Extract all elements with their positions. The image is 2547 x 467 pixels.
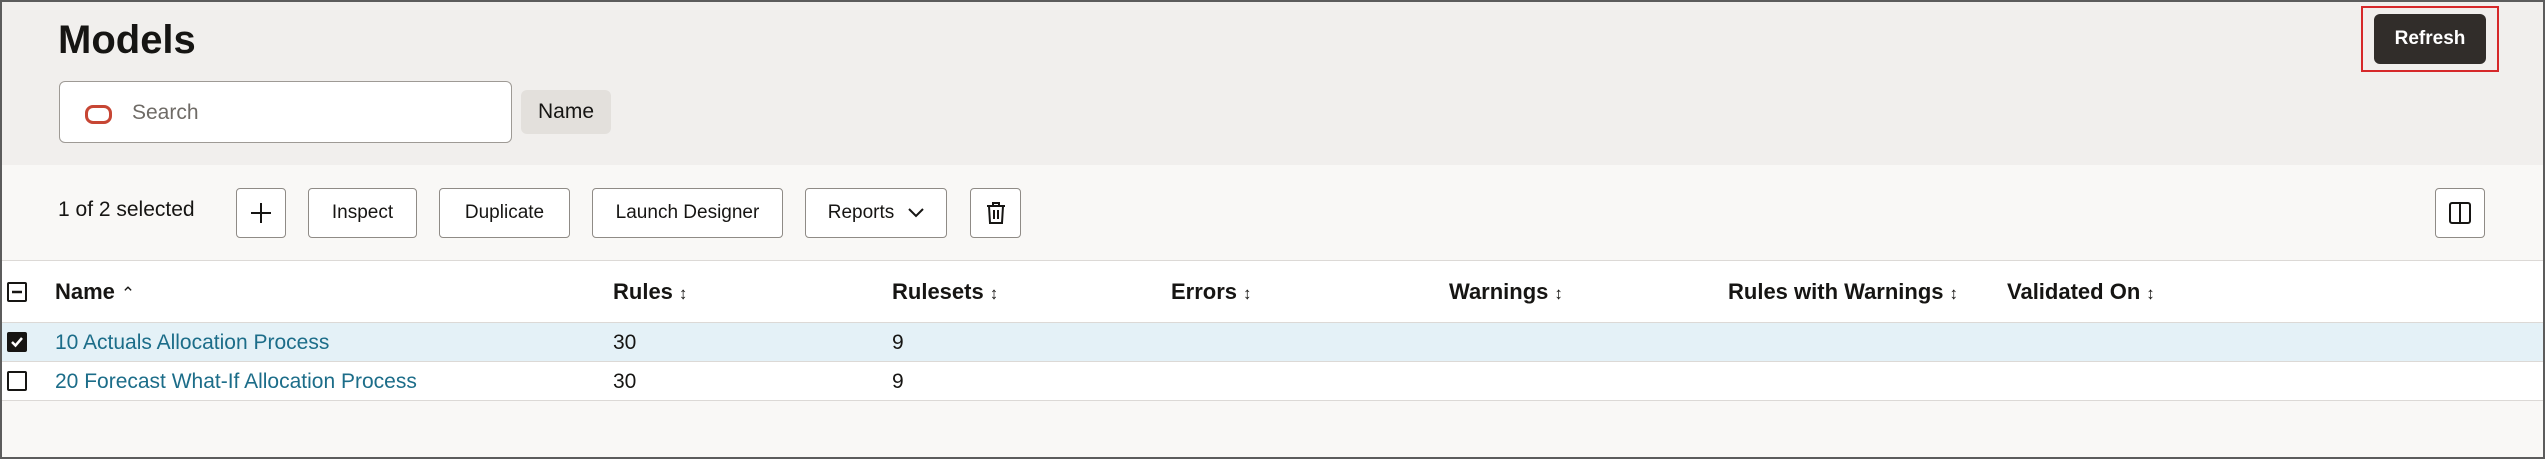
column-header-name[interactable]: Name ⌃ (55, 279, 135, 305)
refresh-button[interactable]: Refresh (2374, 14, 2486, 64)
table-row[interactable]: 20 Forecast What-If Allocation Process 3… (2, 362, 2543, 401)
search-filter-name-chip[interactable]: Name (521, 90, 611, 134)
search-box[interactable] (59, 81, 512, 143)
minus-icon (12, 290, 22, 294)
sort-icon: ↕ (2146, 284, 2155, 303)
table-row[interactable]: 10 Actuals Allocation Process 30 9 (2, 323, 2543, 362)
search-icon (85, 105, 112, 124)
column-header-validated-on[interactable]: Validated On ↕ (2007, 279, 2155, 305)
model-name-link[interactable]: 20 Forecast What-If Allocation Process (55, 370, 417, 394)
add-button[interactable] (236, 188, 286, 238)
column-header-label: Errors (1171, 279, 1238, 304)
column-header-label: Warnings (1449, 279, 1549, 304)
plus-icon (251, 203, 271, 223)
toolbar: 1 of 2 selected Inspect Duplicate Launch… (2, 165, 2543, 260)
sort-icon: ↕ (989, 284, 999, 303)
chevron-down-icon (908, 208, 924, 218)
model-name-link[interactable]: 10 Actuals Allocation Process (55, 331, 329, 355)
page-header: Models Name Refresh (2, 2, 2543, 165)
rulesets-cell: 9 (892, 331, 904, 354)
column-header-errors[interactable]: Errors ↕ (1171, 279, 1252, 305)
sort-icon: ↕ (1949, 284, 1959, 303)
sort-icon: ↕ (1554, 284, 1563, 303)
reports-label: Reports (827, 202, 895, 223)
column-header-label: Rules (613, 279, 673, 304)
sort-icon: ↕ (1243, 284, 1252, 303)
sort-icon: ↕ (678, 284, 688, 303)
reports-button[interactable]: Reports (805, 188, 947, 238)
launch-designer-button[interactable]: Launch Designer (592, 188, 783, 238)
column-header-label: Rulesets (892, 279, 984, 304)
rules-cell: 30 (613, 370, 637, 393)
split-panel-button[interactable] (2435, 188, 2485, 238)
column-header-label: Validated On (2007, 279, 2141, 304)
delete-button[interactable] (970, 188, 1021, 238)
models-page: Models Name Refresh 1 of 2 selected Insp… (0, 0, 2545, 459)
row-checkbox[interactable] (7, 371, 27, 391)
trash-icon (986, 202, 1005, 224)
column-header-warnings[interactable]: Warnings ↕ (1449, 279, 1563, 305)
column-header-rules[interactable]: Rules ↕ (613, 279, 687, 305)
checkmark-icon (11, 337, 23, 348)
inspect-button[interactable]: Inspect (308, 188, 417, 238)
column-header-label: Name (55, 279, 115, 304)
search-input[interactable] (130, 92, 494, 134)
duplicate-button[interactable]: Duplicate (439, 188, 570, 238)
select-all-checkbox[interactable] (7, 282, 27, 302)
sort-ascending-icon: ⌃ (120, 284, 136, 303)
selection-count: 1 of 2 selected (58, 198, 195, 221)
rules-cell: 30 (613, 331, 637, 354)
rulesets-cell: 9 (892, 370, 904, 393)
column-header-rulesets[interactable]: Rulesets ↕ (892, 279, 998, 305)
table-header: Name ⌃ Rules ↕ Rulesets ↕ Errors ↕ Warnings ↕… (2, 260, 2543, 323)
row-checkbox[interactable] (7, 332, 27, 352)
column-header-label: Rules with Warnings (1728, 279, 1944, 304)
page-title: Models (58, 18, 196, 62)
split-panel-icon (2449, 202, 2471, 224)
column-header-rules-with-warnings[interactable]: Rules with Warnings ↕ (1728, 279, 1958, 305)
